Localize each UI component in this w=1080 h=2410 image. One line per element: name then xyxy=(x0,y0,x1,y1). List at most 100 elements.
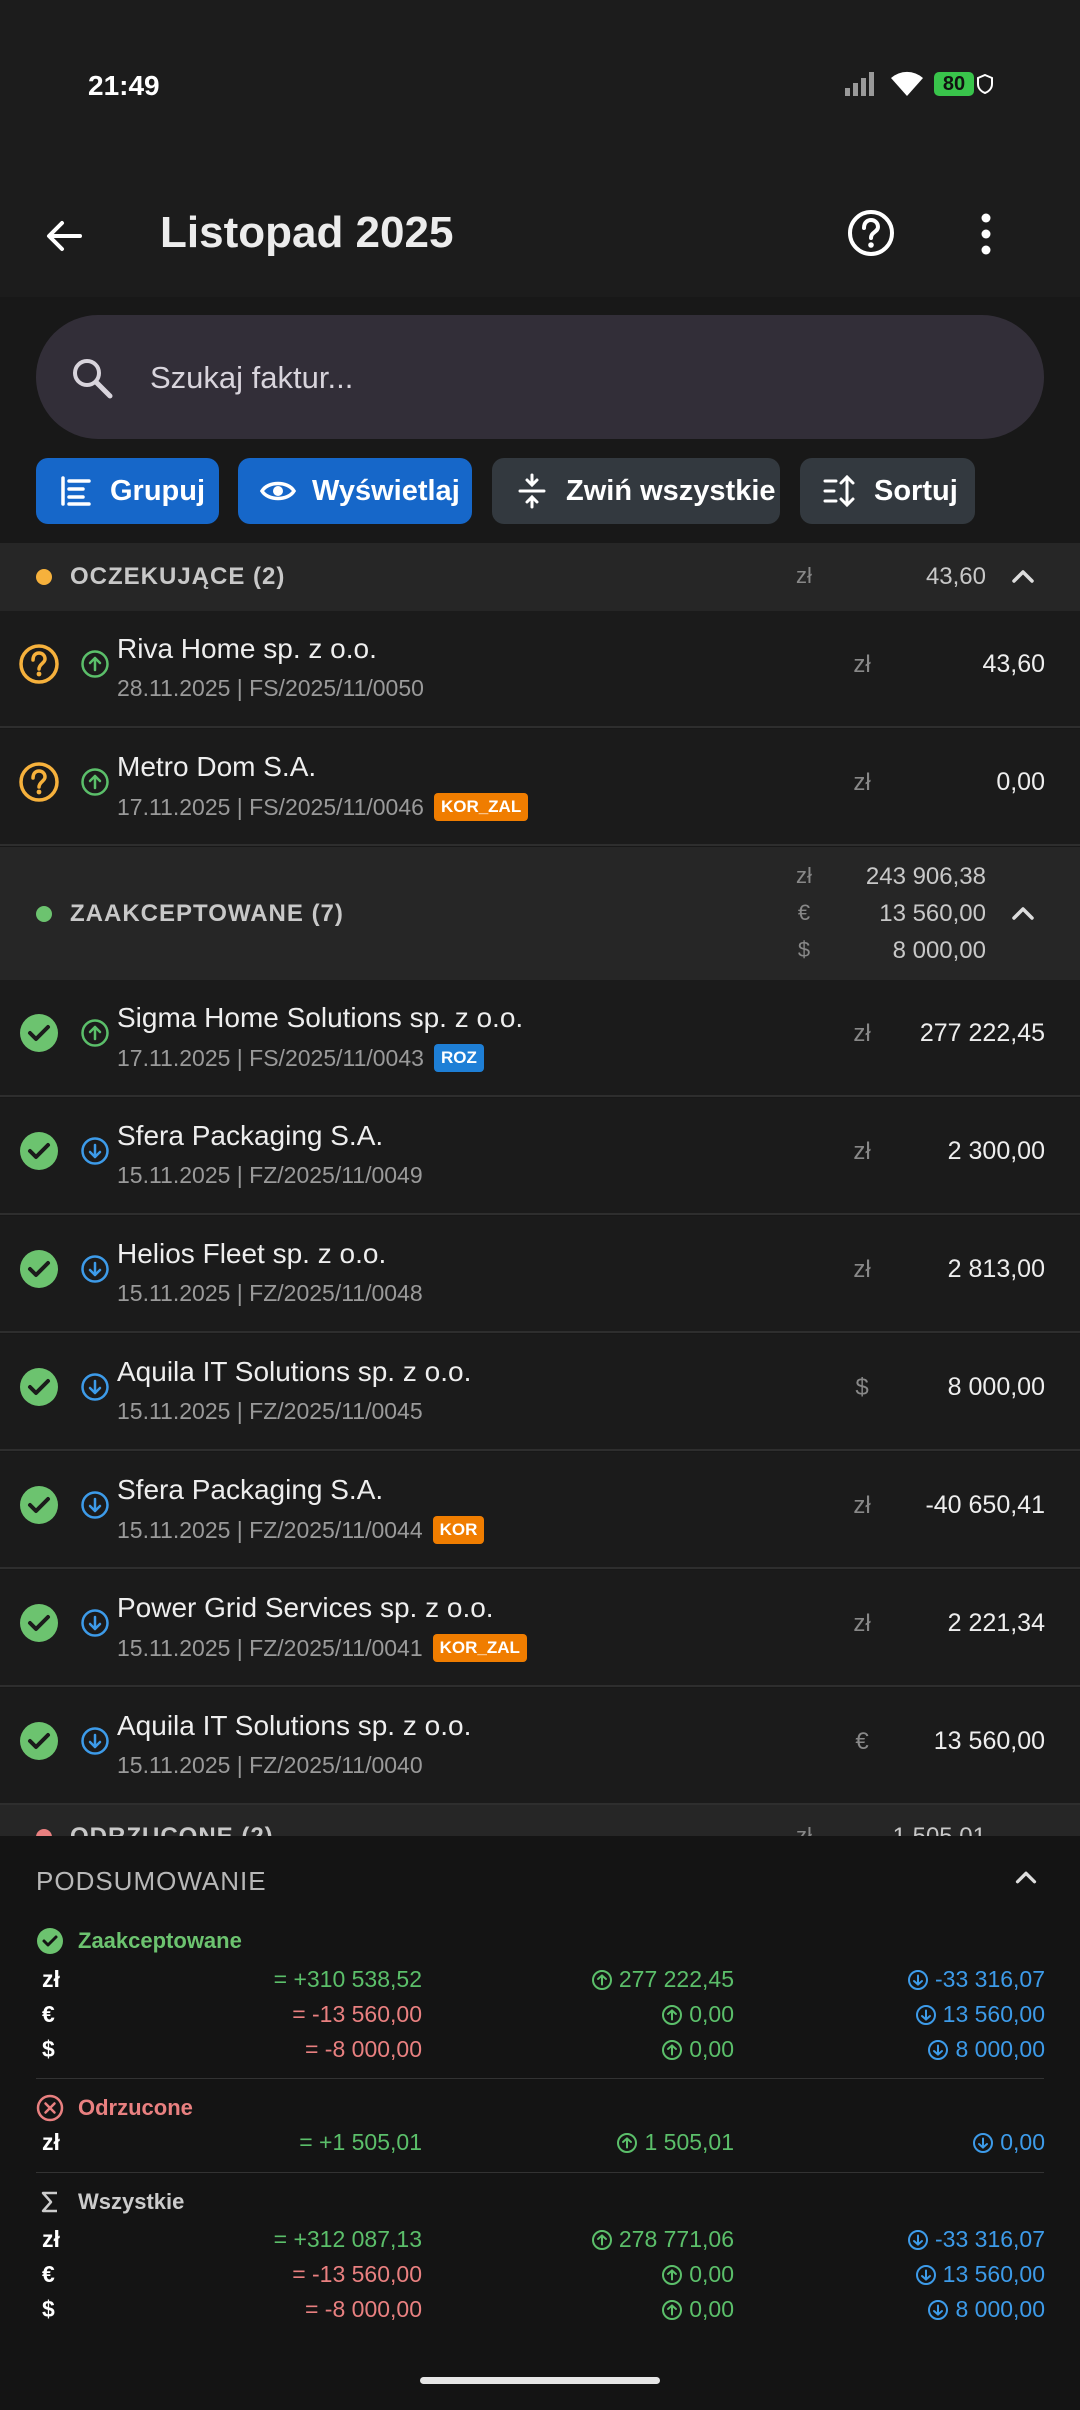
expense-arrow-icon xyxy=(80,1254,110,1284)
contractor-name: Power Grid Services sp. z o.o. xyxy=(117,1592,494,1623)
invoice-row[interactable]: Sfera Packaging S.A. 15.11.2025 | FZ/2025… xyxy=(0,1452,1080,1569)
invoice-row[interactable]: Helios Fleet sp. z o.o. 15.11.2025 | FZ/2… xyxy=(0,1216,1080,1333)
display-chip[interactable]: Wyświetlaj xyxy=(238,458,472,524)
summary-row: € = -13 560,00 0,00 13 560,00 xyxy=(0,2001,1080,2035)
group-title: OCZEKUJĄCE (2) xyxy=(70,563,286,590)
invoice-row[interactable]: Aquila IT Solutions sp. z o.o. 15.11.2025… xyxy=(0,1334,1080,1451)
summary-expense: 0,00 xyxy=(745,2129,1045,2156)
invoice-row[interactable]: Sfera Packaging S.A. 15.11.2025 | FZ/2025… xyxy=(0,1098,1080,1215)
status-clock: 21:49 xyxy=(88,70,160,101)
display-chip-label: Wyświetlaj xyxy=(312,474,460,507)
battery-indicator: 80 xyxy=(934,72,974,96)
invoice-ref: 28.11.2025 | FS/2025/11/0050 xyxy=(117,675,424,701)
accepted-status-icon xyxy=(18,1602,60,1644)
contractor-name: Sfera Packaging S.A. xyxy=(117,1120,384,1151)
invoice-row[interactable]: Aquila IT Solutions sp. z o.o. 15.11.2025… xyxy=(0,1688,1080,1805)
summary-total: = -8 000,00 xyxy=(304,2036,422,2062)
invoice-date-number: 28.11.2025 | FS/2025/11/0050 xyxy=(117,675,424,702)
accepted-status-icon xyxy=(18,1130,60,1172)
invoice-date-number: 15.11.2025 | FZ/2025/11/0044 KOR xyxy=(117,1516,485,1544)
sort-chip-label: Sortuj xyxy=(874,474,958,507)
contractor-name: Helios Fleet sp. z o.o. xyxy=(117,1238,387,1269)
invoice-amount: -40 650,41 xyxy=(925,1491,1045,1519)
sort-icon xyxy=(823,474,855,508)
page-title: Listopad 2025 xyxy=(160,208,454,257)
invoice-ref: 15.11.2025 | FZ/2025/11/0049 xyxy=(117,1162,423,1188)
invoice-ref: 15.11.2025 | FZ/2025/11/0041 xyxy=(117,1634,423,1661)
invoice-amount: 13 560,00 xyxy=(933,1727,1045,1755)
accepted-status-icon xyxy=(18,1012,60,1054)
contractor-name: Sigma Home Solutions sp. z o.o. xyxy=(117,1002,524,1033)
invoice-date-number: 17.11.2025 | FS/2025/11/0043 ROZ xyxy=(117,1044,484,1072)
pending-status-icon xyxy=(18,643,60,685)
collapse-all-chip[interactable]: Zwiń wszystkie xyxy=(492,458,780,524)
summary-currency: zł xyxy=(42,1966,60,1992)
search-input[interactable]: Szukaj faktur... xyxy=(150,360,353,396)
group-chip-label: Grupuj xyxy=(110,474,206,507)
accepted-status-icon xyxy=(18,1366,60,1408)
chevron-up-icon[interactable] xyxy=(1006,560,1040,594)
chevron-up-icon[interactable] xyxy=(1006,897,1040,931)
income-arrow-icon xyxy=(80,649,110,679)
accepted-dot xyxy=(36,906,52,922)
shield-icon xyxy=(977,74,993,94)
invoice-amount: 0,00 xyxy=(996,768,1045,796)
home-indicator[interactable] xyxy=(420,2377,660,2384)
invoice-row[interactable]: Metro Dom S.A. 17.11.2025 | FS/2025/11/00… xyxy=(0,729,1080,846)
income-arrow-icon xyxy=(80,767,110,797)
summary-income-value: 0,00 xyxy=(689,2296,734,2322)
summary-income: 278 771,06 xyxy=(434,2226,734,2253)
summary-income-value: 0,00 xyxy=(689,2261,734,2287)
invoice-amount: 277 222,45 xyxy=(919,1019,1045,1047)
invoice-row[interactable]: Riva Home sp. z o.o. 28.11.2025 | FS/2025… xyxy=(0,611,1080,728)
invoice-row[interactable]: Power Grid Services sp. z o.o. 15.11.2025… xyxy=(0,1570,1080,1687)
summary-section-accepted: Zaakceptowane xyxy=(36,1927,242,1955)
summary-divider xyxy=(36,2172,1044,2173)
invoice-ref: 15.11.2025 | FZ/2025/11/0044 xyxy=(117,1516,423,1543)
summary-total: = -13 560,00 xyxy=(292,2261,422,2287)
invoice-amount: 8 000,00 xyxy=(947,1373,1045,1401)
summary-currency: zł xyxy=(42,2129,60,2155)
chevron-up-icon[interactable] xyxy=(1010,1862,1042,1894)
accepted-status-icon xyxy=(18,1720,60,1762)
invoice-ref: 15.11.2025 | FZ/2025/11/0040 xyxy=(117,1752,423,1778)
summary-section-label: Zaakceptowane xyxy=(78,1928,242,1953)
group-list-icon xyxy=(61,476,91,506)
invoice-row[interactable]: Sigma Home Solutions sp. z o.o. 17.11.202… xyxy=(0,980,1080,1097)
summary-income-value: 278 771,06 xyxy=(618,2226,734,2252)
summary-row: zł = +1 505,01 1 505,01 0,00 xyxy=(0,2129,1080,2163)
pending-status-icon xyxy=(18,761,60,803)
summary-expense-value: 0,00 xyxy=(1000,2129,1045,2155)
expense-arrow-icon xyxy=(80,1490,110,1520)
group-header-rejected[interactable]: ODRZUCONE (2) zł 1 505,01 xyxy=(0,1805,1080,1836)
contractor-name: Aquila IT Solutions sp. z o.o. xyxy=(117,1710,472,1741)
check-circle-icon xyxy=(36,1927,78,1955)
back-arrow-icon[interactable] xyxy=(40,212,88,260)
summary-expense-value: -33 316,07 xyxy=(935,1966,1045,1992)
group-chip[interactable]: Grupuj xyxy=(36,458,219,524)
wifi-icon xyxy=(891,71,923,96)
expense-arrow-icon xyxy=(80,1608,110,1638)
invoice-date-number: 15.11.2025 | FZ/2025/11/0040 xyxy=(117,1752,423,1779)
summary-section-all: Wszystkie xyxy=(36,2188,184,2216)
summary-expense-value: -33 316,07 xyxy=(935,2226,1045,2252)
group-title: ODRZUCONE (2) xyxy=(70,1823,274,1836)
summary-income-value: 1 505,01 xyxy=(644,2129,734,2155)
expense-arrow-icon xyxy=(80,1726,110,1756)
help-icon[interactable] xyxy=(846,208,896,258)
summary-expense: -33 316,07 xyxy=(745,2226,1045,2253)
summary-income-value: 0,00 xyxy=(689,2001,734,2027)
accepted-status-icon xyxy=(18,1248,60,1290)
accepted-status-icon xyxy=(18,1484,60,1526)
group-header-pending[interactable]: OCZEKUJĄCE (2) zł 43,60 xyxy=(0,543,1080,611)
invoice-date-number: 15.11.2025 | FZ/2025/11/0049 xyxy=(117,1162,423,1189)
summary-total: = -13 560,00 xyxy=(292,2001,422,2027)
summary-currency: € xyxy=(42,2261,55,2287)
search-icon xyxy=(73,359,113,399)
invoice-badge: KOR_ZAL xyxy=(433,793,529,821)
group-header-accepted[interactable]: ZAAKCEPTOWANE (7) zł 243 906,38 € 13 560… xyxy=(0,847,1080,980)
summary-income: 0,00 xyxy=(434,2036,734,2063)
collapse-all-label: Zwiń wszystkie xyxy=(566,474,776,507)
sort-chip[interactable]: Sortuj xyxy=(800,458,975,524)
more-vert-icon[interactable] xyxy=(966,210,1006,258)
